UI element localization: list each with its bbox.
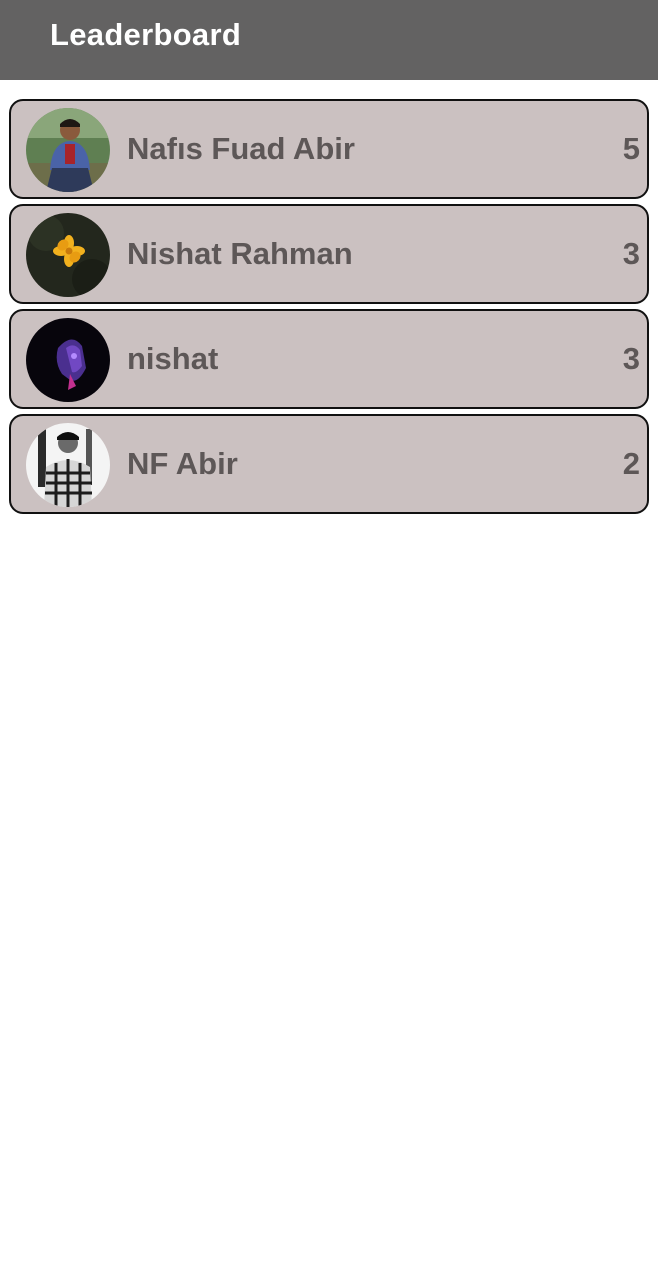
avatar: [26, 213, 110, 297]
avatar: [26, 318, 110, 402]
player-score: 2: [622, 446, 640, 481]
avatar: [26, 108, 110, 192]
player-name: Nafıs Fuad Abir: [127, 131, 355, 166]
player-score: 5: [622, 131, 640, 166]
leaderboard-row[interactable]: Nafıs Fuad Abir 5: [9, 99, 649, 199]
app-bar: Leaderboard: [0, 0, 658, 80]
avatar: [26, 423, 110, 507]
player-name: nishat: [127, 341, 219, 376]
player-score: 3: [622, 236, 640, 271]
leaderboard-row[interactable]: NF Abir 2: [9, 414, 649, 514]
player-name: NF Abir: [127, 446, 238, 481]
player-name: Nishat Rahman: [127, 236, 353, 271]
leaderboard-row[interactable]: Nishat Rahman 3: [9, 204, 649, 304]
page-title: Leaderboard: [50, 17, 242, 52]
leaderboard-row[interactable]: nishat 3: [9, 309, 649, 409]
player-score: 3: [622, 341, 640, 376]
leaderboard-list: Nafıs Fuad Abir 5 Nishat Rahman 3 nishat…: [9, 99, 649, 519]
